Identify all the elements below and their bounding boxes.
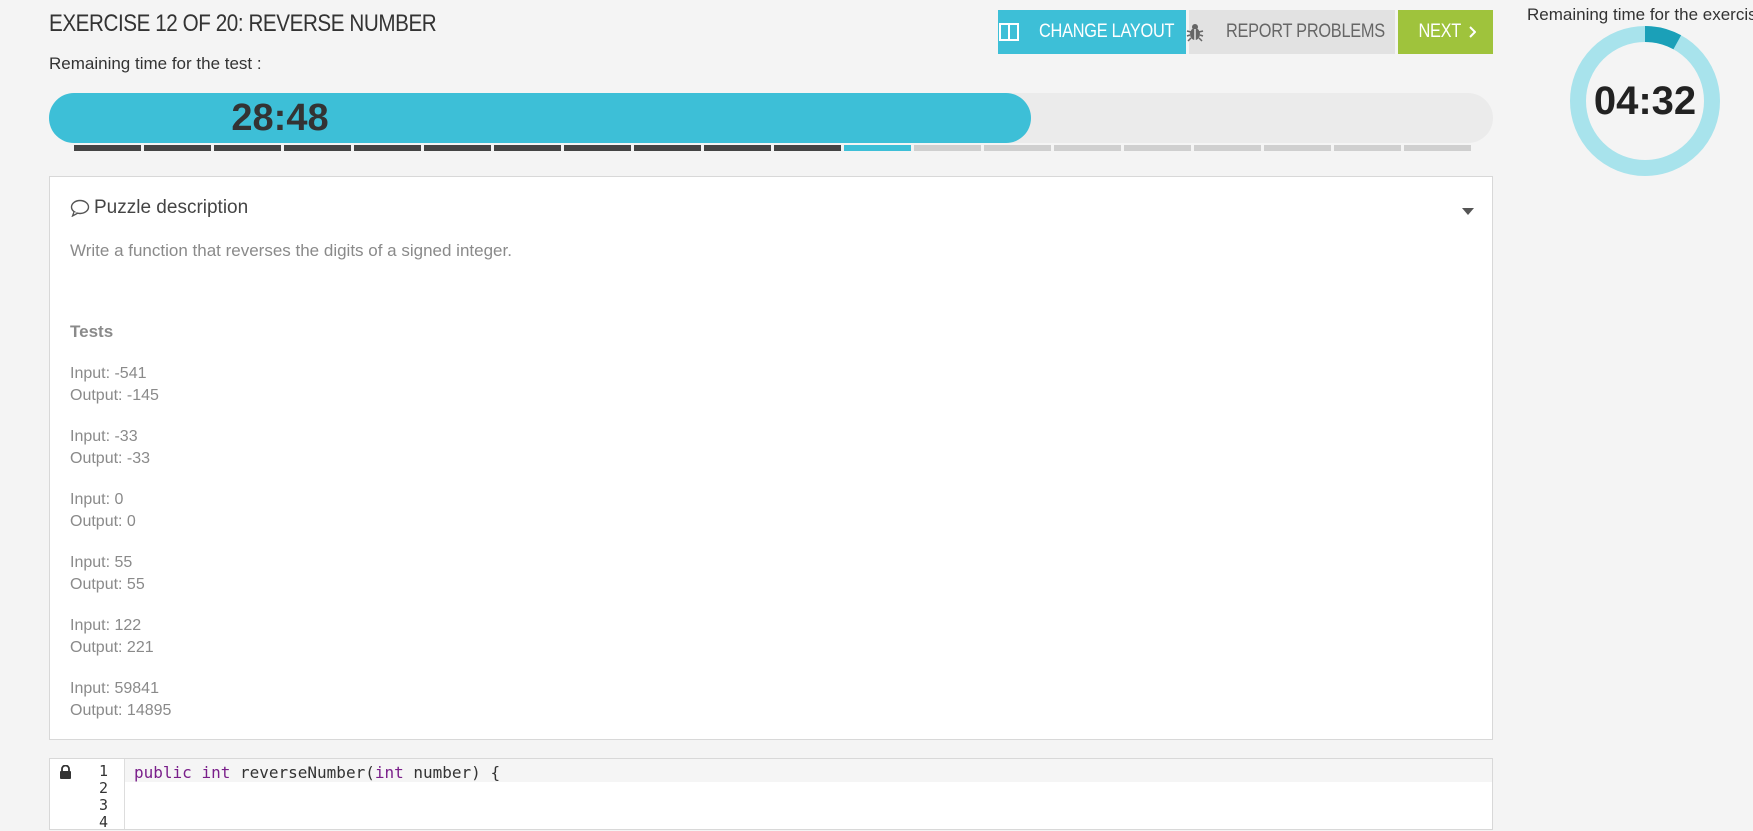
progress-segment xyxy=(74,145,141,151)
line-number: 4 xyxy=(98,813,108,831)
test-timer-value: 28:48 xyxy=(231,97,329,139)
progress-segment xyxy=(494,145,561,151)
progress-segment xyxy=(704,145,771,151)
editor-gutter: 1 2 3 4 xyxy=(50,759,125,831)
progress-segment xyxy=(1194,145,1261,151)
puzzle-description: Write a function that reverses the digit… xyxy=(70,241,512,260)
test-case: Input: -33 Output: -33 xyxy=(70,426,171,489)
test-input: Input: 122 xyxy=(70,617,142,634)
speech-bubble-icon xyxy=(70,199,90,217)
test-output: Output: 221 xyxy=(70,639,154,656)
puzzle-panel: Puzzle description Write a function that… xyxy=(49,176,1493,740)
code-line-1[interactable]: public int reverseNumber(int number) { xyxy=(134,763,500,782)
test-case: Input: 122 Output: 221 xyxy=(70,615,171,678)
report-problems-button[interactable]: REPORT PROBLEMS xyxy=(1186,10,1395,54)
progress-segment xyxy=(774,145,841,151)
progress-segment xyxy=(144,145,211,151)
test-input: Input: 0 xyxy=(70,491,124,508)
code-text: reverseNumber( xyxy=(230,763,375,782)
line-number: 1 xyxy=(98,762,108,780)
code-keyword: int xyxy=(374,763,404,782)
progress-segment xyxy=(564,145,631,151)
tests-list: Input: -541 Output: -145 Input: -33 Output… xyxy=(70,363,171,741)
columns-icon xyxy=(998,23,1019,41)
code-keyword: public xyxy=(134,763,192,782)
next-button[interactable]: NEXT xyxy=(1398,10,1493,54)
progress-segment xyxy=(424,145,491,151)
change-layout-button[interactable]: CHANGE LAYOUT xyxy=(998,10,1186,54)
exercise-title: EXERCISE 12 OF 20: REVERSE NUMBER xyxy=(49,10,437,37)
test-output: Output: -145 xyxy=(70,387,159,404)
caret-down-icon[interactable] xyxy=(1462,203,1474,221)
test-input: Input: -541 xyxy=(70,365,147,382)
test-input: Input: 55 xyxy=(70,554,133,571)
bug-icon xyxy=(1186,22,1204,42)
progress-segment xyxy=(1264,145,1331,151)
progress-segment xyxy=(214,145,281,151)
test-input: Input: -33 xyxy=(70,428,138,445)
lock-icon xyxy=(59,764,72,783)
progress-segment xyxy=(984,145,1051,151)
test-input: Input: 59841 xyxy=(70,680,159,697)
puzzle-heading: Puzzle description xyxy=(94,197,249,218)
line-number: 3 xyxy=(98,796,108,814)
test-output: Output: 0 xyxy=(70,513,136,530)
next-label: NEXT xyxy=(1418,21,1461,42)
test-case: Input: 55 Output: 55 xyxy=(70,552,171,615)
change-layout-label: CHANGE LAYOUT xyxy=(1038,21,1175,42)
report-problems-label: REPORT PROBLEMS xyxy=(1226,21,1385,42)
exercise-progress-segments xyxy=(74,145,1471,151)
code-editor[interactable]: 1 2 3 4 public int reverseNumber(int num… xyxy=(49,758,1493,831)
remaining-test-label: Remaining time for the test : xyxy=(49,54,262,73)
chevron-right-icon xyxy=(1468,26,1477,38)
code-text: number) { xyxy=(403,763,501,782)
progress-segment xyxy=(1124,145,1191,151)
progress-segment xyxy=(634,145,701,151)
tests-title: Tests xyxy=(70,322,114,341)
test-case: Input: -541 Output: -145 xyxy=(70,363,171,426)
code-keyword: int xyxy=(201,763,231,782)
progress-segment xyxy=(354,145,421,151)
progress-segment xyxy=(1404,145,1471,151)
test-output: Output: 55 xyxy=(70,576,145,593)
progress-segment xyxy=(844,145,911,151)
test-output: Output: 14895 xyxy=(70,702,172,719)
puzzle-header[interactable]: Puzzle description xyxy=(70,197,248,219)
progress-segment xyxy=(1054,145,1121,151)
progress-segment xyxy=(284,145,351,151)
exercise-timer-label: Remaining time for the exercise xyxy=(1527,5,1753,24)
test-case: Input: 59841 Output: 14895 xyxy=(70,678,171,741)
progress-segment xyxy=(1334,145,1401,151)
progress-segment xyxy=(914,145,981,151)
test-output: Output: -33 xyxy=(70,450,151,467)
line-number: 2 xyxy=(98,779,108,797)
exercise-timer-value: 04:32 xyxy=(1593,79,1697,123)
test-case: Input: 0 Output: 0 xyxy=(70,489,171,552)
